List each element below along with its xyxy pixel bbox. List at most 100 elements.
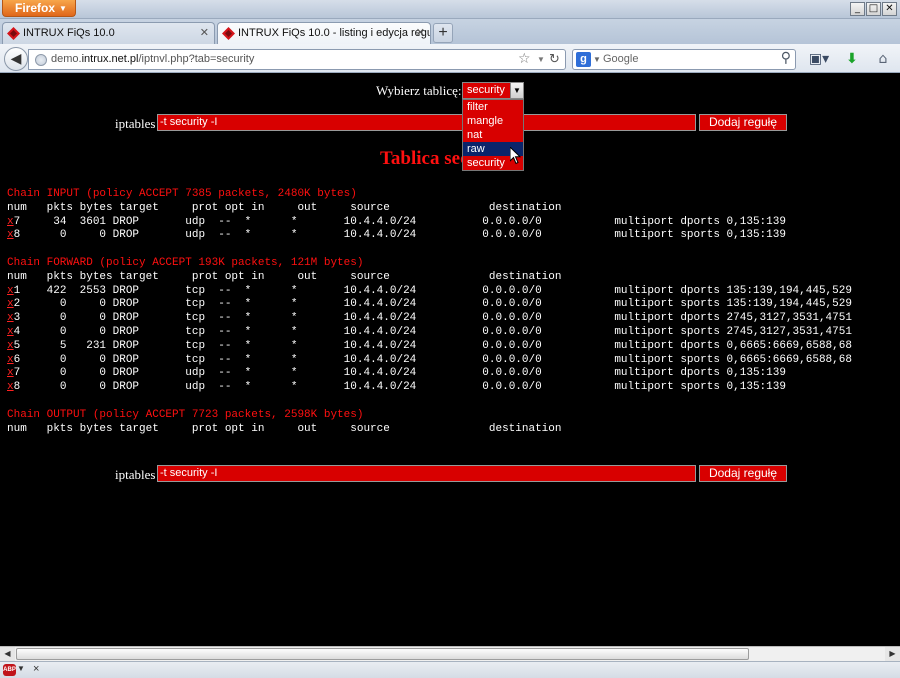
page-content: Wybierz tablicę: security ▼ filter mangl… [0,74,900,646]
minimize-icon[interactable]: _ [850,2,865,16]
scrollbar-thumb[interactable] [16,648,749,660]
delete-rule-link[interactable]: x [7,354,14,366]
table-select-label: Wybierz tablicę: [376,83,462,98]
chain-heading: Chain FORWARD (policy ACCEPT 193K packet… [7,256,364,269]
firefox-menu-label: Firefox [15,1,56,15]
option-filter[interactable]: filter [463,100,523,114]
chain-heading: Chain INPUT (policy ACCEPT 7385 packets,… [7,188,357,200]
firefox-menu-button[interactable]: Firefox ▼ [2,0,76,17]
delete-rule-link[interactable]: x [7,298,14,310]
iptables-label: iptables [115,116,156,131]
rule-row: x1 422 2553 DROP tcp -- * * 10.4.4.0/24 … [7,285,852,299]
close-window-icon[interactable]: ✕ [882,2,897,16]
delete-rule-link[interactable]: x [7,340,14,352]
adblock-plus-icon[interactable]: ABP [3,664,16,676]
column-header: num pkts bytes target prot opt in out so… [7,270,562,283]
delete-rule-link[interactable]: x [7,326,14,338]
back-button[interactable]: ◀ [4,47,28,71]
iptables-command-input[interactable]: -t security -I [157,465,696,482]
rule-text: 0 0 DROP udp -- * * 10.4.4.0/24 0.0.0.0/… [20,229,786,242]
rule-row: x4 0 0 DROP tcp -- * * 10.4.4.0/24 0.0.0… [7,326,852,340]
bookmark-star-icon[interactable]: ☆ [518,50,531,69]
command-row-bottom: iptables -t security -I Dodaj regułę [0,465,900,483]
delete-rule-link[interactable]: x [7,216,14,228]
table-select[interactable]: security ▼ [462,82,524,99]
mouse-pointer-icon [510,147,522,165]
intrux-favicon-icon [7,27,20,40]
horizontal-scrollbar[interactable]: ◀ ▶ [0,646,900,661]
history-dropdown-icon[interactable]: ▼ [537,50,545,69]
search-icon[interactable]: ⚲ [781,49,791,68]
rule-row: x5 5 231 DROP tcp -- * * 10.4.4.0/24 0.0… [7,340,852,354]
new-tab-button[interactable]: + [433,23,453,43]
delete-rule-link[interactable]: x [7,229,14,241]
adblock-dropdown-icon[interactable]: ▼ [17,664,25,673]
download-icon[interactable]: ⬇ [843,50,861,68]
chevron-down-icon: ▼ [59,4,67,13]
iptables-listing: Chain INPUT (policy ACCEPT 7385 packets,… [7,188,852,436]
window-titlebar: Firefox ▼ _ □ ✕ [0,0,900,19]
rule-text: 0 0 DROP udp -- * * 10.4.4.0/24 0.0.0.0/… [20,381,786,394]
rule-text: 5 231 DROP tcp -- * * 10.4.4.0/24 0.0.0.… [20,339,852,352]
table-select-value: security [467,84,505,96]
home-icon[interactable]: ⌂ [873,50,893,68]
rule-text: 34 3601 DROP udp -- * * 10.4.4.0/24 0.0.… [20,215,786,228]
tab-intrux-listing[interactable]: INTRUX FiQs 10.0 - listing i edycja regu… [217,22,431,45]
maximize-icon[interactable]: □ [866,2,881,16]
url-bar[interactable]: demo.intrux.net.pl/iptnvl.php?tab=securi… [28,49,566,70]
delete-rule-link[interactable]: x [7,285,14,297]
engine-dropdown-icon[interactable]: ▼ [593,50,601,69]
add-rule-button[interactable]: Dodaj regułę [699,465,787,482]
delete-rule-link[interactable]: x [7,367,14,379]
close-addon-bar-icon[interactable]: × [33,663,39,675]
scroll-left-icon[interactable]: ◀ [0,647,15,661]
rule-row: x3 0 0 DROP tcp -- * * 10.4.4.0/24 0.0.0… [7,312,852,326]
iptables-command-input[interactable]: -t security -I [157,114,696,131]
rule-row: x2 0 0 DROP tcp -- * * 10.4.4.0/24 0.0.0… [7,298,852,312]
chain-spacer [7,395,852,409]
rule-text: 0 0 DROP tcp -- * * 10.4.4.0/24 0.0.0.0/… [20,298,852,311]
search-placeholder: Google [603,53,639,65]
tab-bar: INTRUX FiQs 10.0 ✕ INTRUX FiQs 10.0 - li… [0,19,900,45]
rule-row: x7 34 3601 DROP udp -- * * 10.4.4.0/24 0… [7,216,852,230]
rule-row: x7 0 0 DROP udp -- * * 10.4.4.0/24 0.0.0… [7,367,852,381]
delete-rule-link[interactable]: x [7,312,14,324]
url-prefix: demo. [51,53,82,65]
close-tab-icon[interactable]: ✕ [200,23,209,44]
reload-icon[interactable]: ↻ [549,50,560,69]
bookmarks-menu-icon[interactable]: ▣▾ [806,50,832,68]
rule-text: 0 0 DROP tcp -- * * 10.4.4.0/24 0.0.0.0/… [20,353,852,366]
tab-title: INTRUX FiQs 10.0 [23,27,115,39]
globe-icon [35,54,47,66]
rule-row: x6 0 0 DROP tcp -- * * 10.4.4.0/24 0.0.0… [7,354,852,368]
url-path: /iptnvl.php?tab=security [138,53,255,65]
rule-row: x8 0 0 DROP udp -- * * 10.4.4.0/24 0.0.0… [7,381,852,395]
addon-bar: ABP ▼ × [0,661,900,678]
rule-text: 422 2553 DROP tcp -- * * 10.4.4.0/24 0.0… [20,284,852,297]
window-controls: _ □ ✕ [850,2,897,16]
url-domain: intrux.net.pl [81,53,139,65]
intrux-favicon-icon [222,27,235,40]
arrow-left-icon: ◀ [10,50,22,66]
option-nat[interactable]: nat [463,128,523,142]
chain-heading: Chain OUTPUT (policy ACCEPT 7723 packets… [7,408,364,421]
navigation-toolbar: ◀ demo.intrux.net.pl/iptnvl.php?tab=secu… [0,44,900,73]
tab-intrux[interactable]: INTRUX FiQs 10.0 ✕ [2,22,215,44]
option-mangle[interactable]: mangle [463,114,523,128]
column-header: num pkts bytes target prot opt in out so… [7,422,562,435]
rule-text: 0 0 DROP udp -- * * 10.4.4.0/24 0.0.0.0/… [20,367,786,380]
tab-title: INTRUX FiQs 10.0 - listing i edycja regu… [238,27,431,39]
url-text: demo.intrux.net.pl/iptnvl.php?tab=securi… [51,50,254,69]
chevron-down-icon[interactable]: ▼ [510,83,523,98]
rule-row: x8 0 0 DROP udp -- * * 10.4.4.0/24 0.0.0… [7,229,852,243]
iptables-label: iptables [115,467,156,482]
google-engine-icon[interactable]: g [576,52,591,67]
delete-rule-link[interactable]: x [7,381,14,393]
add-rule-button[interactable]: Dodaj regułę [699,114,787,131]
scroll-right-icon[interactable]: ▶ [885,647,900,661]
command-row-top: iptables -t security -I Dodaj regułę [0,114,900,132]
search-bar[interactable]: g ▼ Google ⚲ [572,49,796,70]
rule-text: 0 0 DROP tcp -- * * 10.4.4.0/24 0.0.0.0/… [20,325,852,338]
close-tab-icon[interactable]: ✕ [416,23,425,44]
chain-spacer [7,243,852,257]
